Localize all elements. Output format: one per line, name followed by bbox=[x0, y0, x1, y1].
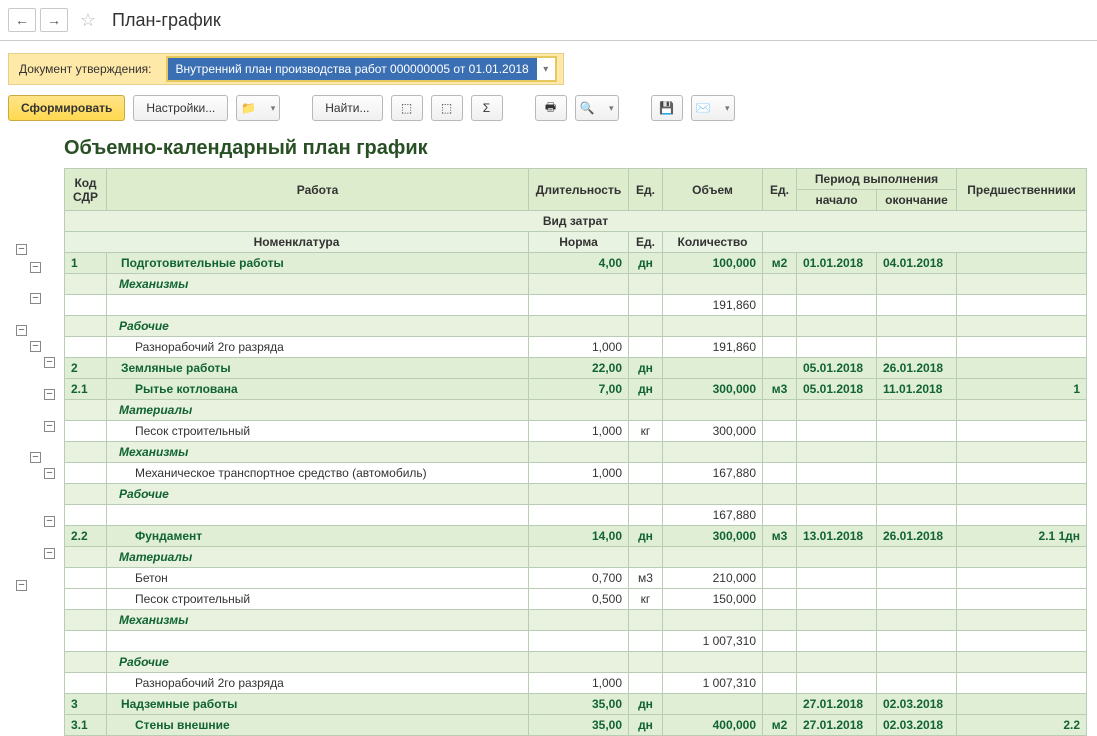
cost-type-label: Вид затрат bbox=[65, 211, 1087, 232]
table-row[interactable]: Механизмы bbox=[65, 442, 1087, 463]
col-period: Период выполнения bbox=[797, 169, 957, 190]
tree-expander[interactable] bbox=[16, 325, 27, 336]
table-row[interactable]: Разнорабочий 2го разряда1,0001 007,310 bbox=[65, 673, 1087, 694]
nav-forward-button[interactable]: → bbox=[40, 8, 68, 32]
tree-expander[interactable] bbox=[30, 452, 41, 463]
subheader-nomenclature: Номенклатура Норма Ед. Количество bbox=[65, 232, 1087, 253]
table-row[interactable]: 3Надземные работы35,00дн27.01.201802.03.… bbox=[65, 694, 1087, 715]
table-row[interactable]: Песок строительный1,000кг300,000 bbox=[65, 421, 1087, 442]
tree-expander[interactable] bbox=[44, 357, 55, 368]
table-row[interactable]: 191,860 bbox=[65, 295, 1087, 316]
header-row-1: Код СДР Работа Длительность Ед. Объем Ед… bbox=[65, 169, 1087, 190]
col-nomenclature: Номенклатура bbox=[65, 232, 529, 253]
col-volume: Объем bbox=[663, 169, 763, 211]
approval-label: Документ утверждения: bbox=[15, 62, 156, 76]
tree-expander[interactable] bbox=[44, 468, 55, 479]
tree-expander[interactable] bbox=[44, 516, 55, 527]
table-row[interactable]: Механизмы bbox=[65, 610, 1087, 631]
tree-expander[interactable] bbox=[30, 293, 41, 304]
settings-button[interactable]: Настройки... bbox=[133, 95, 228, 121]
save-button[interactable]: 💾 bbox=[651, 95, 683, 121]
table-row[interactable]: Материалы bbox=[65, 547, 1087, 568]
page-title: План-график bbox=[112, 10, 221, 31]
tree-expander[interactable] bbox=[30, 341, 41, 352]
printer-icon: 🖶 bbox=[545, 98, 556, 119]
find-button[interactable]: Найти... bbox=[312, 95, 382, 121]
approval-bar: Документ утверждения: Внутренний план пр… bbox=[8, 53, 564, 85]
table-row[interactable]: Материалы bbox=[65, 400, 1087, 421]
table-row[interactable]: 167,880 bbox=[65, 505, 1087, 526]
report-title: Объемно-календарный план график bbox=[64, 137, 1087, 160]
tree-expander[interactable] bbox=[44, 389, 55, 400]
table-row[interactable]: Механическое транспортное средство (авто… bbox=[65, 463, 1087, 484]
send-button[interactable]: ✉️▾ bbox=[691, 95, 735, 121]
table-row[interactable]: 1Подготовительные работы4,00дн100,000м20… bbox=[65, 253, 1087, 274]
col-work: Работа bbox=[107, 169, 529, 211]
folder-icon: 📁 bbox=[241, 101, 256, 115]
sigma-icon: Σ bbox=[483, 101, 490, 115]
tree-expander[interactable] bbox=[44, 548, 55, 559]
preview-icon: 🔍 bbox=[580, 101, 595, 115]
col-norm: Норма bbox=[529, 232, 629, 253]
top-bar: ← → ☆ План-график bbox=[0, 0, 1097, 41]
favorite-star-icon[interactable]: ☆ bbox=[76, 8, 100, 32]
sum-button[interactable]: Σ bbox=[471, 95, 503, 121]
col-qty: Количество bbox=[663, 232, 763, 253]
table-row[interactable]: 2Земляные работы22,00дн05.01.201826.01.2… bbox=[65, 358, 1087, 379]
toolbar: Сформировать Настройки... 📁▾ Найти... ⬚ … bbox=[0, 85, 1097, 131]
approval-dropdown-icon[interactable]: ▾ bbox=[537, 58, 555, 80]
col-pred: Предшественники bbox=[957, 169, 1087, 211]
collapse-groups-button[interactable]: ⬚ bbox=[431, 95, 463, 121]
save-icon: 💾 bbox=[659, 101, 674, 115]
table-row[interactable]: 2.2Фундамент14,00дн300,000м313.01.201826… bbox=[65, 526, 1087, 547]
col-code: Код СДР bbox=[65, 169, 107, 211]
table-row[interactable]: Рабочие bbox=[65, 316, 1087, 337]
approval-value[interactable]: Внутренний план производства работ 00000… bbox=[168, 58, 537, 80]
print-button[interactable]: 🖶 bbox=[535, 95, 567, 121]
table-row[interactable]: Рабочие bbox=[65, 652, 1087, 673]
table-row[interactable]: 1 007,310 bbox=[65, 631, 1087, 652]
nav-back-button[interactable]: ← bbox=[8, 8, 36, 32]
col-unit2: Ед. bbox=[763, 169, 797, 211]
expand-groups-button[interactable]: ⬚ bbox=[391, 95, 423, 121]
report-table: Код СДР Работа Длительность Ед. Объем Ед… bbox=[64, 168, 1087, 736]
collapse-icon: ⬚ bbox=[441, 101, 452, 115]
table-row[interactable]: Бетон0,700м3210,000 bbox=[65, 568, 1087, 589]
tree-expander[interactable] bbox=[16, 244, 27, 255]
tree-expander[interactable] bbox=[16, 580, 27, 591]
mail-icon: ✉️ bbox=[696, 101, 711, 115]
col-end: окончание bbox=[877, 190, 957, 211]
subheader-cost-type: Вид затрат bbox=[65, 211, 1087, 232]
expand-icon: ⬚ bbox=[401, 101, 412, 115]
table-row[interactable]: Рабочие bbox=[65, 484, 1087, 505]
table-row[interactable]: Разнорабочий 2го разряда1,000191,860 bbox=[65, 337, 1087, 358]
col-duration: Длительность bbox=[529, 169, 629, 211]
tree-expander[interactable] bbox=[44, 421, 55, 432]
approval-input[interactable]: Внутренний план производства работ 00000… bbox=[166, 56, 557, 82]
col-start: начало bbox=[797, 190, 877, 211]
col-unit3: Ед. bbox=[629, 232, 663, 253]
preview-button[interactable]: 🔍▾ bbox=[575, 95, 619, 121]
form-button[interactable]: Сформировать bbox=[8, 95, 125, 121]
tree-expander[interactable] bbox=[30, 262, 41, 273]
table-row[interactable]: Механизмы bbox=[65, 274, 1087, 295]
vars-button[interactable]: 📁▾ bbox=[236, 95, 280, 121]
table-row[interactable]: 3.1Стены внешние35,00дн400,000м227.01.20… bbox=[65, 715, 1087, 736]
table-row[interactable]: 2.1Рытье котлована7,00дн300,000м305.01.2… bbox=[65, 379, 1087, 400]
col-unit: Ед. bbox=[629, 169, 663, 211]
table-row[interactable]: Песок строительный0,500кг150,000 bbox=[65, 589, 1087, 610]
